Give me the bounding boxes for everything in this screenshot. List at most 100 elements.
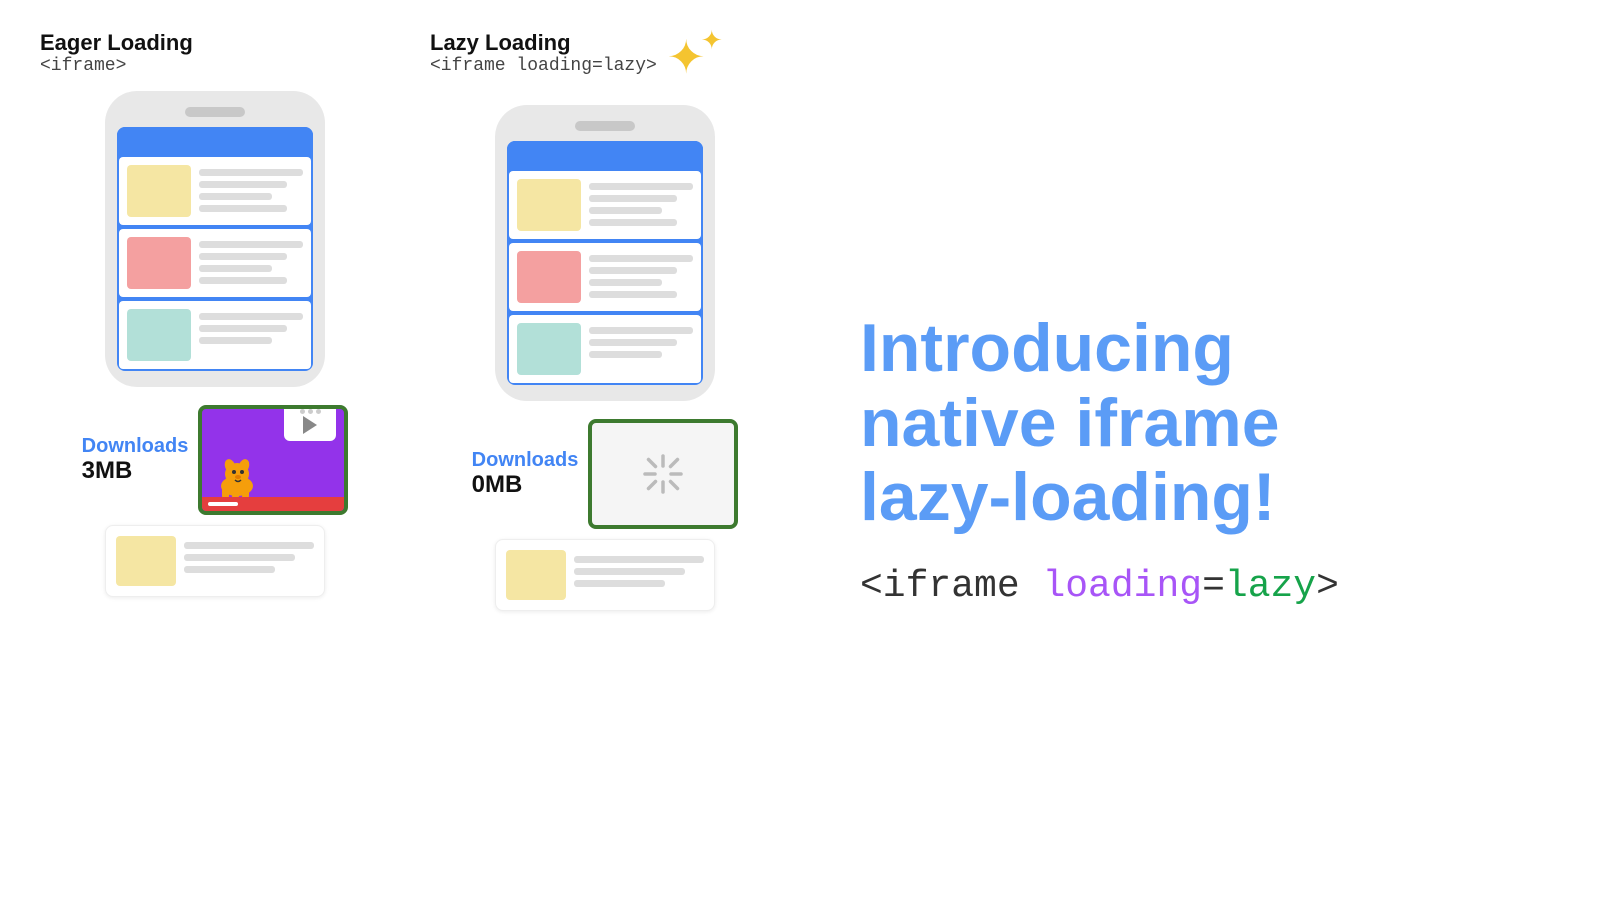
video-bar	[202, 497, 344, 511]
line	[589, 219, 677, 226]
code-close-part: >	[1316, 565, 1339, 608]
line	[589, 195, 677, 202]
line	[199, 253, 287, 260]
right-side: Introducing native iframe lazy-loading! …	[800, 30, 1560, 889]
play-icon-box	[284, 405, 336, 441]
code-lazy-part: lazy	[1225, 565, 1316, 608]
lazy-phone-card-1	[509, 171, 701, 239]
card-image-red	[127, 237, 191, 289]
line	[574, 568, 685, 575]
line	[589, 267, 677, 274]
bottom-card-image	[116, 536, 176, 586]
phone-notch	[185, 107, 245, 117]
lazy-card-lines-3	[589, 323, 693, 358]
lazy-phone-card-2	[509, 243, 701, 311]
mini-dot	[300, 409, 305, 414]
lazy-loading-column: Lazy Loading <iframe loading=lazy> ✦ ✦	[430, 30, 780, 889]
code-snippet: <iframe loading=lazy>	[860, 565, 1560, 608]
card-lines-3	[199, 309, 303, 344]
mini-dot	[316, 409, 321, 414]
play-triangle	[303, 416, 317, 434]
heading-line3: lazy-loading!	[860, 459, 1276, 535]
eager-phone-mockup	[105, 91, 325, 387]
line	[199, 205, 287, 212]
line	[589, 207, 662, 214]
line	[589, 279, 662, 286]
line	[184, 542, 314, 549]
line	[199, 337, 272, 344]
line	[184, 554, 295, 561]
sparkle-large-icon: ✦	[667, 30, 706, 84]
spinner-icon	[639, 450, 687, 498]
main-container: Eager Loading <iframe>	[0, 0, 1600, 919]
lazy-download-area: Downloads 0MB	[472, 419, 739, 529]
phone-blue-bar	[117, 127, 313, 155]
phone-notch-lazy	[575, 121, 635, 131]
eager-bottom-card	[105, 525, 325, 597]
eager-download-area: Downloads 3MB	[82, 405, 349, 515]
eager-downloads-text: Downloads 3MB	[82, 435, 189, 485]
eager-loading-subtitle: <iframe>	[40, 56, 390, 76]
left-side: Eager Loading <iframe>	[40, 30, 800, 889]
line	[199, 277, 287, 284]
card-image-teal	[127, 309, 191, 361]
lazy-card-lines-1	[589, 179, 693, 226]
code-iframe-part: <iframe	[860, 565, 1042, 608]
lazy-downloads-text: Downloads 0MB	[472, 449, 579, 499]
lazy-phone-blue-bar	[507, 141, 703, 169]
line	[199, 169, 303, 176]
eager-loading-title: Eager Loading	[40, 30, 390, 56]
mini-dot	[308, 409, 313, 414]
phone-card-1	[119, 157, 311, 225]
line	[589, 255, 693, 262]
lazy-loading-header-text: Lazy Loading <iframe loading=lazy>	[430, 30, 657, 76]
phone-card-3	[119, 301, 311, 369]
lazy-card-image-red	[517, 251, 581, 303]
line	[589, 351, 662, 358]
line	[184, 566, 275, 573]
line	[574, 556, 704, 563]
code-loading-part: loading	[1042, 565, 1202, 608]
lazy-loading-subtitle: <iframe loading=lazy>	[430, 56, 657, 76]
lazy-card-image-yellow	[517, 179, 581, 231]
lazy-phone-mockup	[495, 105, 715, 401]
line	[589, 327, 693, 334]
lazy-phone-card-3	[509, 315, 701, 383]
line	[589, 291, 677, 298]
line	[199, 325, 287, 332]
dog-icon	[210, 448, 265, 503]
main-heading: Introducing native iframe lazy-loading!	[860, 311, 1560, 535]
line	[589, 183, 693, 190]
mini-dots	[300, 409, 321, 414]
line	[574, 580, 665, 587]
lazy-download-size: 0MB	[472, 471, 579, 499]
eager-downloads-label: Downloads	[82, 435, 189, 457]
lazy-iframe-preview	[588, 419, 738, 529]
line	[199, 265, 272, 272]
lazy-card-lines-2	[589, 251, 693, 298]
phone-card-2	[119, 229, 311, 297]
eager-loading-header: Eager Loading <iframe>	[40, 30, 390, 76]
line	[199, 181, 287, 188]
code-equals-part: =	[1202, 565, 1225, 608]
lazy-bottom-card-lines	[574, 550, 704, 587]
card-lines-2	[199, 237, 303, 284]
line	[199, 241, 303, 248]
bottom-card-lines	[184, 536, 314, 573]
sparkle-container: ✦ ✦	[667, 30, 727, 90]
card-lines-1	[199, 165, 303, 212]
lazy-downloads-label: Downloads	[472, 449, 579, 471]
eager-loading-column: Eager Loading <iframe>	[40, 30, 390, 889]
heading-line2: native iframe	[860, 385, 1280, 461]
sparkle-small-icon: ✦	[701, 25, 723, 56]
lazy-loading-header: Lazy Loading <iframe loading=lazy> ✦ ✦	[430, 30, 780, 90]
progress-bar	[208, 502, 238, 506]
line	[589, 339, 677, 346]
lazy-phone-screen	[507, 141, 703, 385]
card-image-yellow	[127, 165, 191, 217]
phone-screen	[117, 127, 313, 371]
line	[199, 313, 303, 320]
line	[199, 193, 272, 200]
lazy-bottom-card-image	[506, 550, 566, 600]
lazy-bottom-card	[495, 539, 715, 611]
